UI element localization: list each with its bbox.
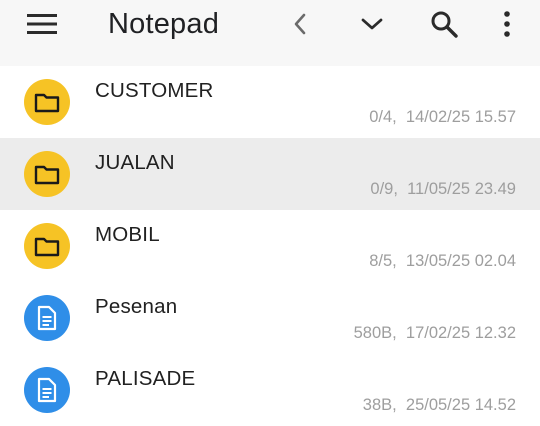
document-icon — [37, 305, 57, 331]
item-name: CUSTOMER — [95, 79, 214, 102]
item-name: PALISADE — [95, 367, 196, 390]
item-size: 0/9, — [370, 180, 398, 198]
folder-avatar — [24, 79, 70, 125]
folder-icon — [34, 165, 60, 185]
dropdown-button[interactable] — [354, 4, 390, 44]
more-vertical-icon — [504, 11, 510, 37]
app-title: Notepad — [108, 8, 220, 40]
item-date: 11/05/25 23.49 — [407, 180, 516, 198]
search-icon — [431, 11, 458, 38]
item-name: Pesenan — [95, 295, 178, 318]
folder-icon — [34, 237, 60, 257]
chevron-left-icon — [294, 13, 306, 35]
hamburger-menu-icon — [27, 14, 57, 34]
item-meta: 0/9, 11/05/25 23.49 — [370, 180, 516, 199]
list-item[interactable]: PALISADE 38B, 25/05/25 14.52 — [0, 354, 540, 426]
document-avatar — [24, 295, 70, 341]
file-list: CUSTOMER 0/4, 14/02/25 15.57 JUALAN 0/9,… — [0, 66, 540, 426]
chevron-down-icon — [361, 18, 383, 30]
item-name: MOBIL — [95, 223, 160, 246]
list-item[interactable]: CUSTOMER 0/4, 14/02/25 15.57 — [0, 66, 540, 138]
search-button[interactable] — [424, 4, 464, 44]
item-meta: 38B, 25/05/25 14.52 — [363, 396, 516, 415]
folder-avatar — [24, 151, 70, 197]
list-item[interactable]: Pesenan 580B, 17/02/25 12.32 — [0, 282, 540, 354]
item-meta: 580B, 17/02/25 12.32 — [354, 324, 516, 343]
document-icon — [37, 377, 57, 403]
list-item[interactable]: MOBIL 8/5, 13/05/25 02.04 — [0, 210, 540, 282]
item-date: 25/05/25 14.52 — [405, 396, 516, 414]
folder-icon — [34, 93, 60, 113]
app-toolbar: Notepad — [0, 0, 540, 66]
item-date: 17/02/25 12.32 — [405, 324, 516, 342]
item-date: 13/05/25 02.04 — [405, 252, 516, 270]
item-size: 0/4, — [369, 108, 397, 126]
item-meta: 0/4, 14/02/25 15.57 — [369, 108, 516, 127]
item-size: 580B, — [353, 324, 397, 342]
list-item[interactable]: JUALAN 0/9, 11/05/25 23.49 — [0, 138, 540, 210]
item-size: 38B, — [362, 396, 397, 414]
item-name: JUALAN — [95, 151, 175, 174]
back-button[interactable] — [282, 4, 318, 44]
item-size: 8/5, — [369, 252, 397, 270]
document-avatar — [24, 367, 70, 413]
more-options-button[interactable] — [492, 4, 522, 44]
menu-button[interactable] — [22, 4, 62, 44]
item-date: 14/02/25 15.57 — [405, 108, 516, 126]
item-meta: 8/5, 13/05/25 02.04 — [369, 252, 516, 271]
folder-avatar — [24, 223, 70, 269]
